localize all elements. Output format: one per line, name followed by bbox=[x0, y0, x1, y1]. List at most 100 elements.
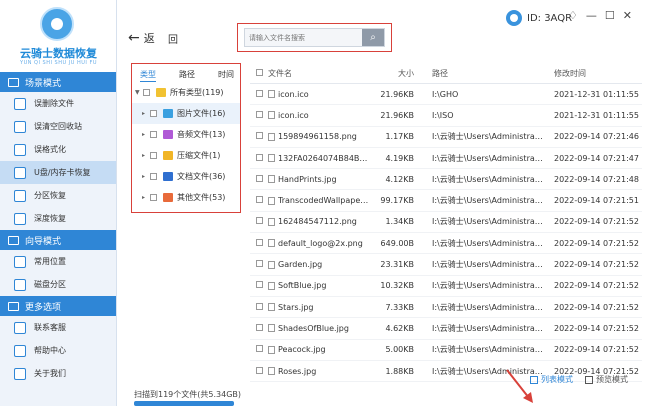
table-row[interactable]: Stars.jpg 7.33KB I:\云骑士\Users\Administrato… bbox=[250, 297, 642, 319]
header-size[interactable]: 大小 bbox=[370, 68, 418, 79]
sidebar-item[interactable]: 关于我们 bbox=[0, 362, 116, 385]
tab-time[interactable]: 时间 bbox=[218, 69, 234, 82]
sidebar-item[interactable]: 磁盘分区 bbox=[0, 273, 116, 296]
row-checkbox[interactable] bbox=[256, 366, 263, 374]
row-checkbox[interactable] bbox=[256, 89, 263, 97]
file-path: I:\云骑士\Users\Administrator\Ap... bbox=[432, 238, 544, 248]
row-checkbox[interactable] bbox=[256, 153, 263, 161]
header-name[interactable]: 文件名 bbox=[268, 68, 370, 79]
section-icon bbox=[8, 235, 19, 245]
row-checkbox[interactable] bbox=[256, 281, 263, 289]
sidebar-item-icon bbox=[14, 97, 26, 110]
file-icon bbox=[268, 303, 275, 312]
type-item[interactable]: ▸ 其他文件(53) bbox=[132, 187, 240, 208]
table-row[interactable]: icon.ico 21.96KB I:\GHO 2021-12-31 01:11:55 bbox=[250, 84, 642, 106]
file-name: TranscodedWallpaper.j... bbox=[278, 196, 370, 206]
file-type-icon bbox=[163, 193, 173, 202]
type-root-checkbox[interactable] bbox=[143, 89, 150, 96]
file-name: Stars.jpg bbox=[278, 302, 314, 312]
sidebar-item[interactable]: U盘/内存卡恢复 bbox=[0, 161, 116, 184]
table-row[interactable]: default_logo@2x.png 649.00B I:\云骑士\Users\A… bbox=[250, 233, 642, 255]
file-name-cell: default_logo@2x.png bbox=[268, 239, 370, 248]
type-item-checkbox[interactable] bbox=[150, 131, 157, 138]
file-time: 2022-09-14 07:21:52 bbox=[554, 323, 639, 333]
skin-icon[interactable]: ♢ bbox=[568, 9, 578, 22]
select-all-checkbox[interactable] bbox=[256, 69, 263, 76]
search-button[interactable]: ⌕ bbox=[362, 29, 384, 46]
sidebar-item[interactable]: 常用位置 bbox=[0, 250, 116, 273]
type-item-checkbox[interactable] bbox=[150, 173, 157, 180]
file-size: 21.96KB bbox=[380, 110, 414, 120]
expand-icon[interactable]: ▸ bbox=[142, 110, 150, 117]
section-icon bbox=[8, 301, 19, 311]
row-checkbox[interactable] bbox=[256, 345, 263, 353]
type-root-row[interactable]: ▼ 所有类型(119) bbox=[132, 82, 240, 103]
tab-type[interactable]: 类型 bbox=[140, 69, 156, 82]
table-row[interactable]: ShadesOfBlue.jpg 4.62KB I:\云骑士\Users\Admin… bbox=[250, 318, 642, 340]
expand-icon[interactable]: ▸ bbox=[142, 194, 150, 201]
user-info[interactable]: ID: 3AQR bbox=[506, 10, 572, 26]
back-button[interactable]: ← 返 bbox=[128, 30, 155, 46]
expand-icon[interactable]: ▸ bbox=[142, 152, 150, 159]
type-item-label: 图片文件(16) bbox=[177, 109, 226, 118]
expand-icon[interactable]: ▸ bbox=[142, 131, 150, 138]
sidebar-item[interactable]: 分区恢复 bbox=[0, 184, 116, 207]
row-checkbox[interactable] bbox=[256, 174, 263, 182]
sidebar-item[interactable]: 联系客服 bbox=[0, 316, 116, 339]
preview-view-button[interactable]: 预览模式 bbox=[585, 374, 628, 385]
header-path[interactable]: 路径 bbox=[418, 68, 544, 79]
file-size: 649.00B bbox=[380, 238, 414, 248]
file-time: 2022-09-14 07:21:52 bbox=[554, 260, 639, 270]
table-row[interactable]: HandPrints.jpg 4.12KB I:\云骑士\Users\Adminis… bbox=[250, 169, 642, 191]
row-checkbox[interactable] bbox=[256, 323, 263, 331]
row-checkbox[interactable] bbox=[256, 217, 263, 225]
table-row[interactable]: icon.ico 21.96KB I:\ISO 2021-12-31 01:11:55 bbox=[250, 105, 642, 127]
table-row[interactable]: 132FA0264074B84BF67... 4.19KB I:\云骑士\Users… bbox=[250, 148, 642, 170]
file-type-icon bbox=[163, 151, 173, 160]
type-item[interactable]: ▸ 文档文件(36) bbox=[132, 166, 240, 187]
table-row[interactable]: 159894961158.png 1.17KB I:\云骑士\Users\Admin… bbox=[250, 127, 642, 148]
sidebar-item[interactable]: 帮助中心 bbox=[0, 339, 116, 362]
tab-path[interactable]: 路径 bbox=[179, 69, 195, 82]
sidebar-item-icon bbox=[14, 120, 26, 133]
row-checkbox[interactable] bbox=[256, 132, 263, 140]
table-row[interactable]: 162484547112.png 1.34KB I:\云骑士\Users\Admin… bbox=[250, 212, 642, 234]
window-controls: ♢ — ☐ ✕ bbox=[568, 9, 632, 22]
expand-icon[interactable]: ▸ bbox=[142, 173, 150, 180]
file-name-cell: 132FA0264074B84BF67... bbox=[268, 154, 370, 163]
search-input[interactable] bbox=[245, 29, 362, 46]
type-item-checkbox[interactable] bbox=[150, 110, 157, 117]
back-label: 返 bbox=[143, 32, 155, 45]
row-checkbox[interactable] bbox=[256, 302, 263, 310]
table-row[interactable]: Peacock.jpg 5.00KB I:\云骑士\Users\Administra… bbox=[250, 340, 642, 361]
type-item[interactable]: ▸ 压缩文件(1) bbox=[132, 145, 240, 166]
row-checkbox[interactable] bbox=[256, 260, 263, 268]
file-icon bbox=[268, 239, 275, 248]
table-row[interactable]: Roses.jpg 1.88KB I:\云骑士\Users\Administrato… bbox=[250, 361, 642, 383]
type-item-checkbox[interactable] bbox=[150, 152, 157, 159]
row-checkbox[interactable] bbox=[256, 110, 263, 118]
sidebar-item[interactable]: 深度恢复 bbox=[0, 207, 116, 230]
table-row[interactable]: Garden.jpg 23.31KB I:\云骑士\Users\Administra… bbox=[250, 254, 642, 276]
type-item[interactable]: ▸ 音频文件(13) bbox=[132, 124, 240, 145]
file-time: 2022-09-14 07:21:48 bbox=[554, 174, 639, 184]
maximize-icon[interactable]: ☐ bbox=[605, 9, 615, 22]
row-checkbox[interactable] bbox=[256, 196, 263, 204]
sidebar-item[interactable]: 误删除文件 bbox=[0, 92, 116, 115]
sidebar-item[interactable]: 误清空回收站 bbox=[0, 115, 116, 138]
close-icon[interactable]: ✕ bbox=[623, 9, 632, 22]
user-avatar-icon bbox=[506, 10, 522, 26]
row-checkbox[interactable] bbox=[256, 238, 263, 246]
file-size: 99.17KB bbox=[380, 196, 414, 206]
minimize-icon[interactable]: — bbox=[586, 9, 597, 22]
table-row[interactable]: TranscodedWallpaper.j... 99.17KB I:\云骑士\Us… bbox=[250, 190, 642, 212]
home-button[interactable]: 回 bbox=[168, 31, 178, 46]
type-item-checkbox[interactable] bbox=[150, 194, 157, 201]
table-row[interactable]: SoftBlue.jpg 10.32KB I:\云骑士\Users\Administ… bbox=[250, 276, 642, 297]
sidebar-item-icon bbox=[14, 143, 26, 156]
type-item[interactable]: ▸ 图片文件(16) bbox=[132, 103, 240, 124]
sidebar-item[interactable]: 误格式化 bbox=[0, 138, 116, 161]
expand-icon[interactable]: ▼ bbox=[135, 89, 143, 96]
header-time[interactable]: 修改时间 bbox=[544, 68, 642, 79]
list-view-button[interactable]: 列表模式 bbox=[530, 374, 573, 385]
